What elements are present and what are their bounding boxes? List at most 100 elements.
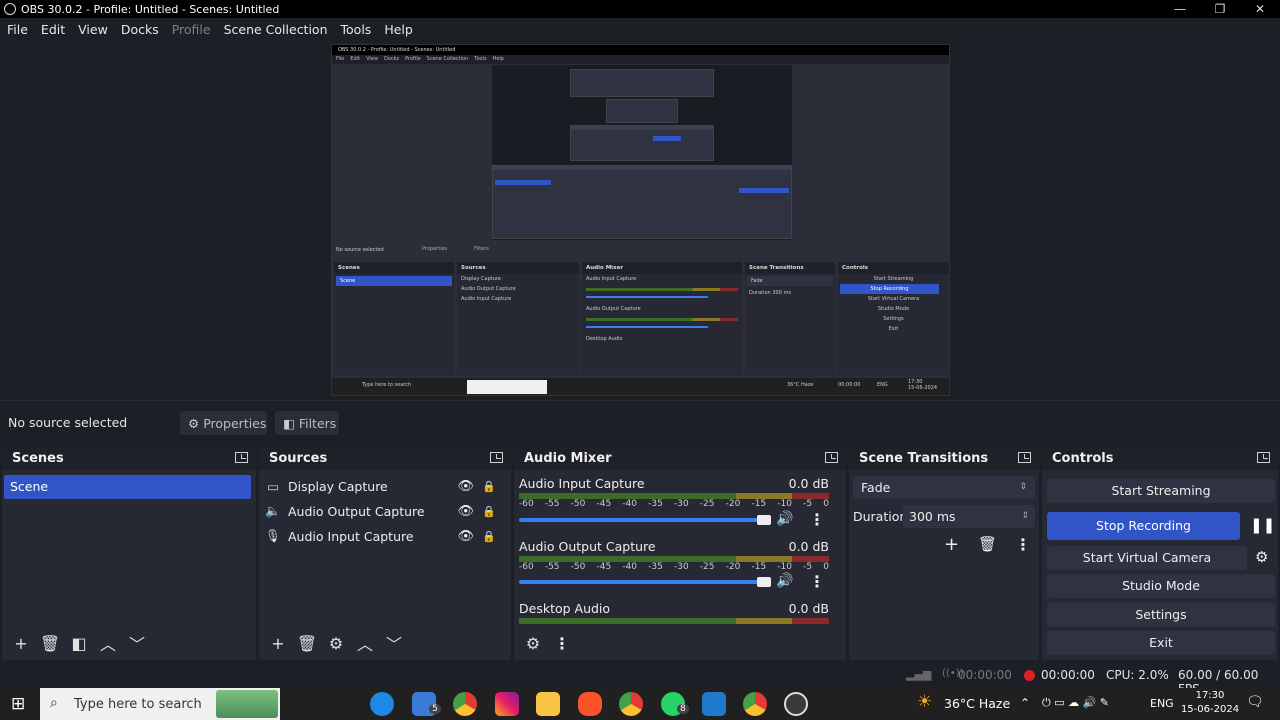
volume-slider[interactable]: [519, 518, 771, 522]
add-scene-button[interactable]: +: [8, 630, 34, 656]
eye-icon[interactable]: 👁: [457, 504, 474, 519]
duration-spinbox[interactable]: 300 ms ⇕: [903, 505, 1035, 528]
notifications-icon[interactable]: 🗨: [1246, 694, 1264, 710]
channel-menu-icon[interactable]: ⋮: [809, 510, 825, 529]
tray-icons[interactable]: ⏻ ▭ ☁ 🔊 ✎: [1042, 696, 1109, 710]
source-item-audio-input[interactable]: 🎙 Audio Input Capture 👁 🔒: [264, 525, 504, 547]
source-item-display-capture[interactable]: ▭ Display Capture 👁 🔒: [264, 475, 504, 497]
menu-profile[interactable]: Profile: [167, 22, 216, 37]
undock-icon[interactable]: [490, 452, 503, 463]
file-explorer-icon[interactable]: [536, 692, 560, 716]
vscode-icon[interactable]: [702, 692, 726, 716]
channel-menu-icon[interactable]: ⋮: [809, 572, 825, 591]
scene-item[interactable]: Scene: [4, 475, 251, 499]
remove-source-button[interactable]: 🗑: [294, 630, 320, 656]
minimize-icon[interactable]: —: [1160, 0, 1200, 18]
eye-icon[interactable]: 👁: [457, 479, 474, 494]
weather-icon: ☀: [917, 692, 933, 712]
brave-icon[interactable]: [578, 692, 602, 716]
volume-slider-handle[interactable]: [757, 515, 771, 525]
menu-view[interactable]: View: [73, 22, 113, 37]
exit-button[interactable]: Exit: [1047, 631, 1275, 655]
undock-icon[interactable]: [1018, 452, 1031, 463]
mixer-menu-icon[interactable]: ⋮: [549, 630, 575, 656]
add-source-button[interactable]: +: [265, 630, 291, 656]
search-highlight-image: [216, 690, 278, 718]
meter-scale: -60 -55 -50 -45 -40 -35 -30 -25 -20 -15 -10 -5 0: [519, 562, 829, 572]
search-icon: ⌕: [50, 695, 58, 711]
start-streaming-button[interactable]: Start Streaming: [1047, 479, 1275, 503]
eye-icon[interactable]: 👁: [457, 529, 474, 544]
transition-menu-icon[interactable]: ⋮: [1015, 535, 1031, 554]
stop-recording-button[interactable]: Stop Recording: [1047, 512, 1240, 540]
close-icon[interactable]: ✕: [1240, 0, 1280, 18]
move-down-button[interactable]: ﹀: [381, 630, 407, 656]
gear-icon: ⚙: [188, 415, 200, 431]
menu-file[interactable]: File: [2, 22, 33, 37]
stepper-icon[interactable]: ⇕: [1021, 505, 1029, 528]
preview-menu: File Edit View Docks Profile Scene Collection…: [332, 55, 949, 64]
scenes-title: Scenes: [12, 450, 64, 466]
chrome-profile-icon[interactable]: [619, 692, 643, 716]
preview-filters: Filters: [474, 246, 489, 252]
undock-icon[interactable]: [235, 452, 248, 463]
preview-taskbar: Type here to search 36°C Haze 00:00:00 E…: [332, 378, 949, 395]
speaker-icon[interactable]: 🔊: [776, 511, 793, 527]
chrome-alt-icon[interactable]: [743, 692, 767, 716]
signal-icon: ▂▄▆: [906, 668, 932, 681]
menu-edit[interactable]: Edit: [36, 22, 70, 37]
windows-start-icon[interactable]: ⊞: [11, 694, 25, 714]
transition-select[interactable]: Fade ⇕: [853, 476, 1035, 499]
filters-icon: ◧: [283, 415, 295, 431]
stream-time: 00:00:00: [958, 668, 1012, 682]
remove-scene-button[interactable]: 🗑: [37, 630, 63, 656]
menu-docks[interactable]: Docks: [116, 22, 164, 37]
lock-icon[interactable]: 🔒: [482, 530, 496, 543]
move-up-button[interactable]: ︿: [95, 630, 121, 656]
add-transition-button[interactable]: +: [944, 534, 959, 555]
menu-tools[interactable]: Tools: [336, 22, 377, 37]
volume-slider-handle[interactable]: [757, 577, 771, 587]
menu-scene-collection[interactable]: Scene Collection: [219, 22, 333, 37]
status-bar: ▂▄▆ ((•)) 00:00:00 00:00:00 CPU: 2.0% 60…: [0, 662, 1280, 696]
gear-icon[interactable]: ⚙: [1255, 548, 1268, 566]
speaker-icon[interactable]: 🔊: [776, 573, 793, 589]
filters-button[interactable]: ◧ Filters: [275, 411, 339, 435]
move-up-button[interactable]: ︿: [352, 630, 378, 656]
remove-transition-button[interactable]: 🗑: [978, 535, 997, 553]
move-down-button[interactable]: ﹀: [124, 630, 150, 656]
scene-filters-button[interactable]: ◧: [66, 630, 92, 656]
properties-button[interactable]: ⚙ Properties: [180, 411, 267, 435]
sources-title: Sources: [269, 450, 328, 466]
volume-slider[interactable]: [519, 580, 771, 584]
obs-taskbar-icon[interactable]: [784, 692, 808, 716]
source-item-audio-output[interactable]: 🔈 Audio Output Capture 👁 🔒: [264, 500, 504, 522]
pause-icon[interactable]: ❚❚: [1250, 516, 1275, 534]
language-indicator[interactable]: ENG: [1150, 697, 1174, 710]
lock-icon[interactable]: 🔒: [482, 505, 496, 518]
preview-window-title: OBS 30.0.2 - Profile: Untitled - Scenes:…: [332, 45, 949, 55]
start-virtual-camera-button[interactable]: Start Virtual Camera: [1047, 546, 1247, 570]
menu-help[interactable]: Help: [379, 22, 418, 37]
instagram-icon[interactable]: [495, 692, 519, 716]
menu-bar: File Edit View Docks Profile Scene Colle…: [0, 18, 1280, 40]
tray-chevron-icon[interactable]: ⌃: [1020, 696, 1030, 710]
clock[interactable]: 17:30 15-06-2024: [1180, 689, 1240, 717]
preview-transitions-dock: Scene Transitions Fade Duration 300 ms: [745, 262, 835, 375]
lock-icon[interactable]: 🔒: [482, 480, 496, 493]
volume-meter: [519, 618, 829, 624]
mixer-channel-name: Audio Input Capture 0.0 dB: [519, 476, 829, 491]
transitions-title: Scene Transitions: [859, 450, 989, 466]
maximize-icon[interactable]: ❐: [1200, 0, 1240, 18]
source-properties-button[interactable]: ⚙: [323, 630, 349, 656]
studio-mode-button[interactable]: Studio Mode: [1047, 574, 1275, 598]
weather-text[interactable]: 36°C Haze: [944, 696, 1010, 711]
undock-icon[interactable]: [1257, 452, 1270, 463]
settings-button[interactable]: Settings: [1047, 603, 1275, 627]
edge-icon[interactable]: [370, 692, 394, 716]
obs-logo-icon: [4, 3, 16, 15]
cpu-usage: CPU: 2.0%: [1106, 668, 1169, 682]
mixer-settings-button[interactable]: ⚙: [520, 630, 546, 656]
chrome-icon[interactable]: [453, 692, 477, 716]
undock-icon[interactable]: [825, 452, 838, 463]
